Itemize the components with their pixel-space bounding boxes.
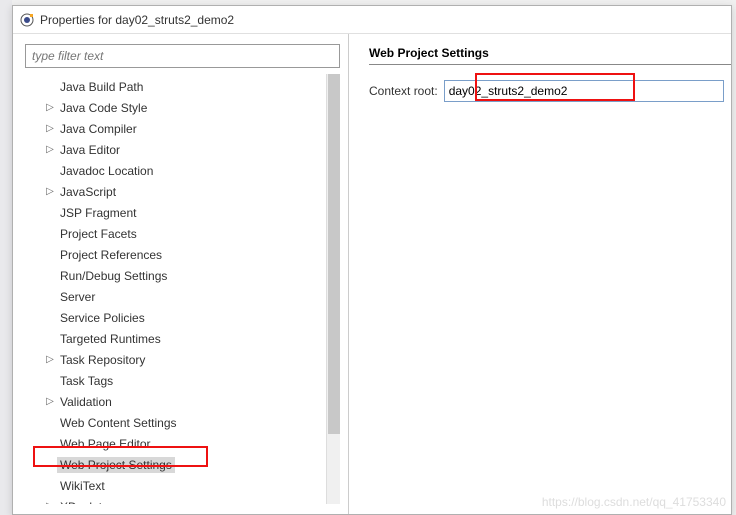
tree-item-label: Java Editor <box>57 142 123 158</box>
section-header: Web Project Settings <box>369 46 731 60</box>
tree-item[interactable]: Javadoc Location <box>25 160 340 181</box>
tree-item[interactable]: ▷Task Repository <box>25 349 340 370</box>
expand-arrow-icon[interactable]: ▷ <box>43 102 57 113</box>
expand-arrow-icon[interactable]: ▷ <box>43 354 57 365</box>
tree-item[interactable]: WikiText <box>25 475 340 496</box>
tree-item[interactable]: Web Page Editor <box>25 433 340 454</box>
tree-item-label: Service Policies <box>57 310 148 326</box>
tree-item[interactable]: ▷JavaScript <box>25 181 340 202</box>
context-root-input[interactable] <box>444 80 724 102</box>
tree-item-label: Targeted Runtimes <box>57 331 164 347</box>
expand-arrow-icon[interactable]: ▷ <box>43 123 57 134</box>
expand-arrow-icon[interactable]: ▷ <box>43 396 57 407</box>
tree-item-label: Java Compiler <box>57 121 140 137</box>
tree-item-label: Java Code Style <box>57 100 150 116</box>
tree-item-label: Server <box>57 289 98 305</box>
tree-item[interactable]: ▷XDoclet <box>25 496 340 504</box>
tree-item[interactable]: Task Tags <box>25 370 340 391</box>
context-root-row: Context root: <box>369 80 731 102</box>
tree-item-label: JavaScript <box>57 184 119 200</box>
tree-item-label: Validation <box>57 394 115 410</box>
tree-item[interactable]: JSP Fragment <box>25 202 340 223</box>
filter-input[interactable] <box>25 44 340 68</box>
properties-tree[interactable]: Java Build Path▷Java Code Style▷Java Com… <box>25 74 340 504</box>
tree-item[interactable]: Run/Debug Settings <box>25 265 340 286</box>
tree-item-label: Task Tags <box>57 373 116 389</box>
app-icon <box>19 12 35 28</box>
tree-item-label: Javadoc Location <box>57 163 156 179</box>
tree-item-label: Project Facets <box>57 226 140 242</box>
tree-item-label: Web Content Settings <box>57 415 180 431</box>
tree-item-label: Task Repository <box>57 352 148 368</box>
expand-arrow-icon[interactable]: ▷ <box>43 144 57 155</box>
tree-item[interactable]: Service Policies <box>25 307 340 328</box>
section-divider <box>369 64 731 66</box>
tree-item-label: Run/Debug Settings <box>57 268 170 284</box>
app-left-gutter <box>0 0 12 515</box>
tree-item-label: JSP Fragment <box>57 205 139 221</box>
left-pane: Java Build Path▷Java Code Style▷Java Com… <box>13 34 349 514</box>
tree-item[interactable]: ▷Java Editor <box>25 139 340 160</box>
tree-scrollbar-thumb[interactable] <box>328 74 340 434</box>
dialog-content: Java Build Path▷Java Code Style▷Java Com… <box>13 34 731 514</box>
tree-item[interactable]: Project Facets <box>25 223 340 244</box>
tree-item-label: Web Page Editor <box>57 436 154 452</box>
title-bar[interactable]: Properties for day02_struts2_demo2 <box>13 6 731 34</box>
tree-item[interactable]: Project References <box>25 244 340 265</box>
tree-item[interactable]: Web Content Settings <box>25 412 340 433</box>
tree-item[interactable]: Server <box>25 286 340 307</box>
tree-item-label: XDoclet <box>57 499 105 505</box>
tree-item[interactable]: ▷Java Compiler <box>25 118 340 139</box>
tree-item-label: WikiText <box>57 478 108 494</box>
expand-arrow-icon[interactable]: ▷ <box>43 501 57 504</box>
tree-item[interactable]: ▷Validation <box>25 391 340 412</box>
tree-item-label: Java Build Path <box>57 79 146 95</box>
expand-arrow-icon[interactable]: ▷ <box>43 186 57 197</box>
tree-item[interactable]: Java Build Path <box>25 76 340 97</box>
right-pane: Web Project Settings Context root: <box>349 34 731 514</box>
tree-item-label: Project References <box>57 247 165 263</box>
tree-scrollbar[interactable] <box>326 74 340 504</box>
tree-item-label: Web Project Settings <box>57 457 175 473</box>
tree-item[interactable]: ▷Java Code Style <box>25 97 340 118</box>
window-title: Properties for day02_struts2_demo2 <box>40 13 234 27</box>
context-root-label: Context root: <box>369 84 438 98</box>
tree-scroll-area: Java Build Path▷Java Code Style▷Java Com… <box>25 74 340 504</box>
watermark-text: https://blog.csdn.net/qq_41753340 <box>542 495 726 509</box>
tree-item[interactable]: Targeted Runtimes <box>25 328 340 349</box>
tree-item[interactable]: Web Project Settings <box>25 454 340 475</box>
properties-dialog: Properties for day02_struts2_demo2 Java … <box>12 5 732 515</box>
